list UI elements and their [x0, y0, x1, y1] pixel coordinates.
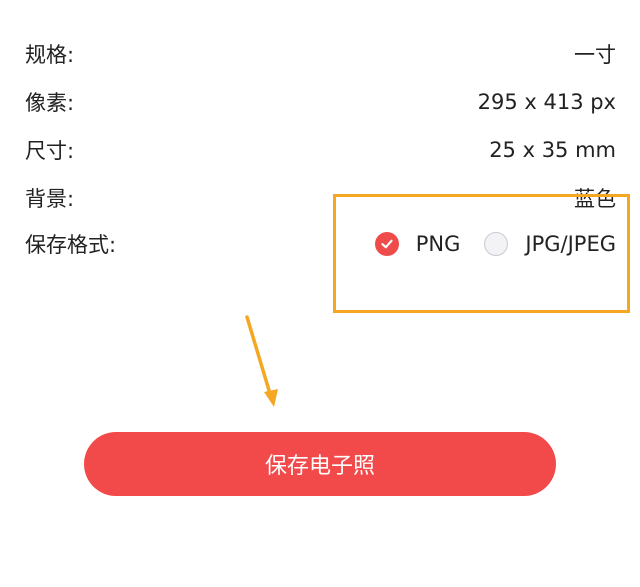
pixels-row: 像素: 295 x 413 px [25, 84, 616, 120]
radio-checked-icon[interactable] [374, 232, 399, 256]
format-radio-group: PNG JPG/JPEG [374, 232, 616, 256]
background-row: 背景: 蓝色 [25, 180, 616, 216]
pixels-label: 像素: [25, 91, 75, 115]
format-option-jpg[interactable]: JPG/JPEG [484, 232, 616, 256]
size-value: 25 x 35 mm [489, 138, 616, 162]
spec-label: 规格: [25, 43, 75, 67]
format-option-png[interactable]: PNG [374, 232, 461, 256]
background-label: 背景: [25, 187, 75, 211]
format-option-label: JPG/JPEG [525, 232, 616, 256]
spec-row: 规格: 一寸 [25, 36, 616, 72]
radio-unchecked-icon[interactable] [484, 232, 509, 256]
pixels-value: 295 x 413 px [477, 90, 616, 114]
save-format-row: 保存格式: PNG JPG/JPEG [25, 226, 616, 262]
background-value: 蓝色 [574, 187, 616, 211]
size-label: 尺寸: [25, 139, 75, 163]
save-format-label: 保存格式: [25, 233, 117, 257]
spec-value: 一寸 [574, 43, 616, 67]
size-row: 尺寸: 25 x 35 mm [25, 132, 616, 168]
save-photo-button[interactable]: 保存电子照 [84, 432, 556, 496]
format-option-label: PNG [415, 232, 461, 256]
